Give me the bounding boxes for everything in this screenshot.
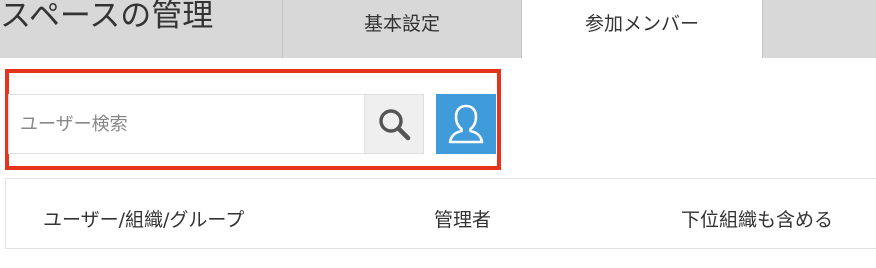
tab-bar-filler <box>762 0 876 58</box>
tab-basic-settings[interactable]: 基本設定 <box>282 0 522 58</box>
column-header-include-suborgs: 下位組織も含める <box>681 209 834 231</box>
search-icon <box>379 109 411 141</box>
user-search-input[interactable] <box>8 94 364 154</box>
column-header-user-org-group: ユーザー/組織/グループ <box>43 209 245 231</box>
top-bar: スペースの管理 基本設定 参加メンバー <box>0 0 876 58</box>
tab-members[interactable]: 参加メンバー <box>522 0 762 58</box>
add-user-button[interactable] <box>436 94 496 154</box>
user-icon <box>448 104 484 144</box>
page-title: スペースの管理 <box>0 0 214 34</box>
members-table-header: ユーザー/組織/グループ 管理者 下位組織も含める <box>5 178 876 249</box>
column-header-admin: 管理者 <box>434 209 492 231</box>
search-button[interactable] <box>364 94 424 154</box>
